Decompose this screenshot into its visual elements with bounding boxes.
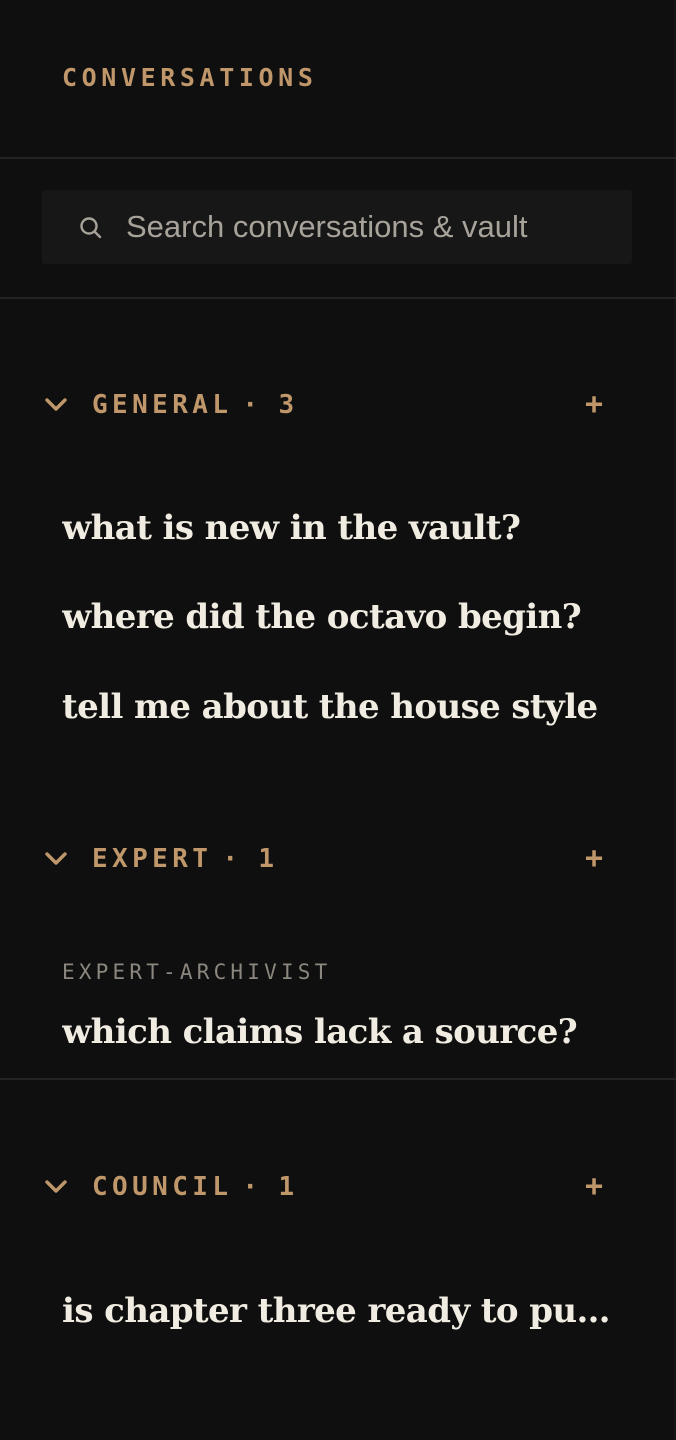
group-count: 1 xyxy=(258,844,279,874)
conversation-item[interactable]: is chapter three ready to publ... xyxy=(62,1288,622,1334)
group-general-label: GENERAL · 3 xyxy=(92,387,299,423)
group-separator: · xyxy=(242,1172,263,1202)
sidebar-header: CONVERSATIONS xyxy=(0,0,676,159)
search-input[interactable] xyxy=(126,190,616,264)
conversation-item[interactable]: what is new in the vault? xyxy=(62,505,622,551)
chevron-down-icon[interactable] xyxy=(44,393,68,417)
conversation-item[interactable]: tell me about the house style xyxy=(62,684,622,730)
conversation-item[interactable]: where did the octavo begin? xyxy=(62,594,622,640)
group-expert-header[interactable]: EXPERT · 1 + xyxy=(0,837,676,881)
group-general-header[interactable]: GENERAL · 3 + xyxy=(0,383,676,427)
sidebar-title: CONVERSATIONS xyxy=(62,63,318,92)
conversation-item[interactable]: which claims lack a source? xyxy=(62,1009,622,1055)
add-expert-conversation-button[interactable]: + xyxy=(578,839,610,879)
group-divider xyxy=(0,1078,676,1080)
group-council-label: COUNCIL · 1 xyxy=(92,1169,299,1205)
group-council-header[interactable]: COUNCIL · 1 + xyxy=(0,1165,676,1209)
chevron-down-icon[interactable] xyxy=(44,1175,68,1199)
chevron-down-icon[interactable] xyxy=(44,847,68,871)
group-name: COUNCIL xyxy=(92,1172,233,1202)
search-box[interactable] xyxy=(42,190,632,264)
group-separator: · xyxy=(242,390,263,420)
conversation-expert-tag: EXPERT-ARCHIVIST xyxy=(62,960,332,984)
add-council-conversation-button[interactable]: + xyxy=(578,1167,610,1207)
group-count: 1 xyxy=(278,1172,299,1202)
group-count: 3 xyxy=(278,390,299,420)
add-general-conversation-button[interactable]: + xyxy=(578,385,610,425)
group-name: GENERAL xyxy=(92,390,233,420)
group-separator: · xyxy=(222,844,243,874)
search-icon xyxy=(80,217,102,239)
conversations-sidebar: CONVERSATIONS GENERAL · 3 + what is new in… xyxy=(0,0,676,1440)
search-area xyxy=(0,159,676,299)
group-expert-label: EXPERT · 1 xyxy=(92,841,278,877)
group-name: EXPERT xyxy=(92,844,213,874)
